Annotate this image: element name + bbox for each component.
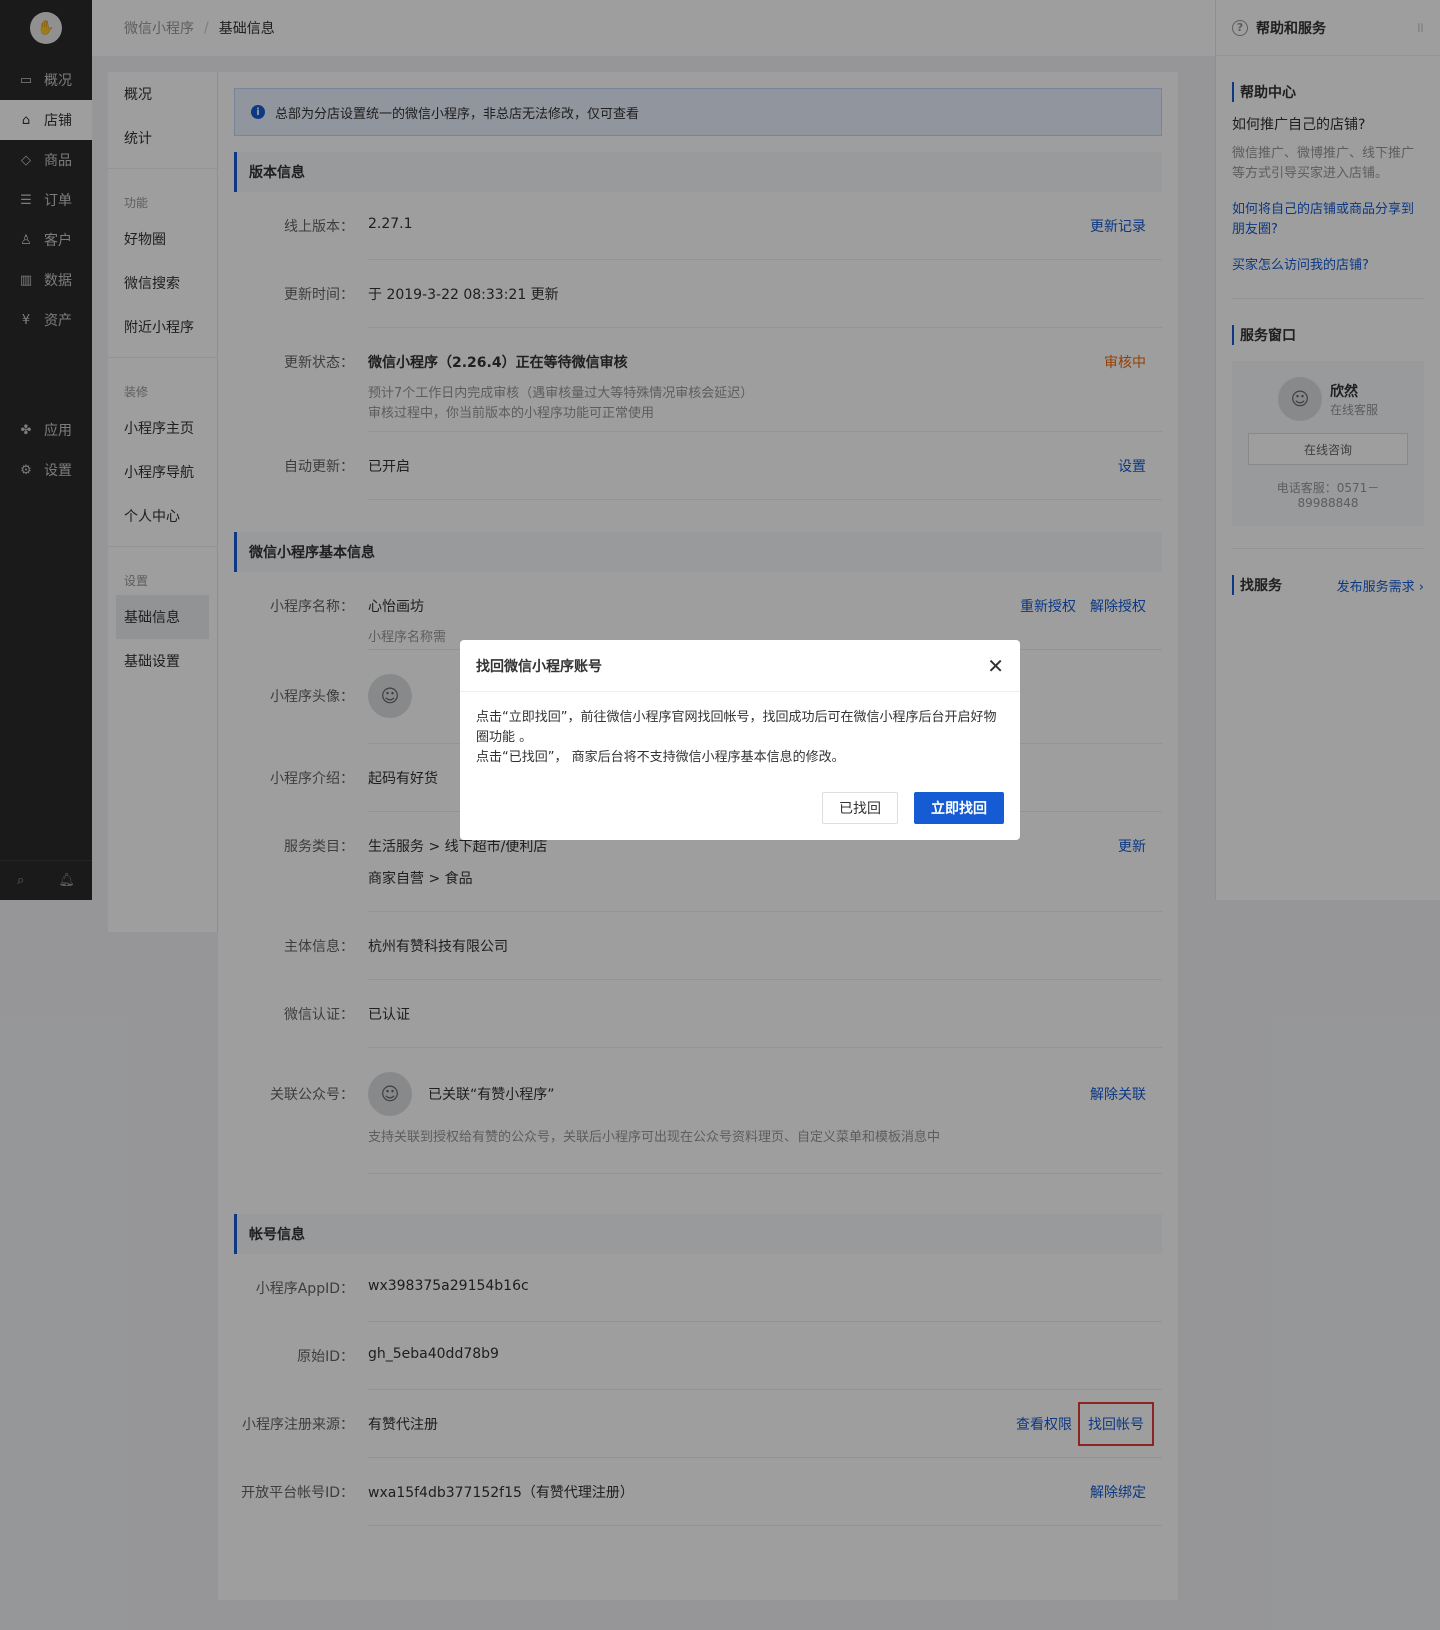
already-recovered-button[interactable]: 已找回 (822, 792, 898, 824)
dialog-line-2: 点击“已找回”， 商家后台将不支持微信小程序基本信息的修改。 (476, 750, 845, 765)
dialog-line-1: 点击“立即找回”，前往微信小程序官网找回帐号，找回成功后可在微信小程序后台开启好… (476, 710, 997, 745)
recover-account-dialog: 找回微信小程序账号 ✕ 点击“立即找回”，前往微信小程序官网找回帐号，找回成功后… (460, 640, 1020, 840)
close-icon[interactable]: ✕ (987, 654, 1004, 678)
recover-now-button[interactable]: 立即找回 (914, 792, 1004, 824)
dialog-title: 找回微信小程序账号 (476, 658, 602, 675)
